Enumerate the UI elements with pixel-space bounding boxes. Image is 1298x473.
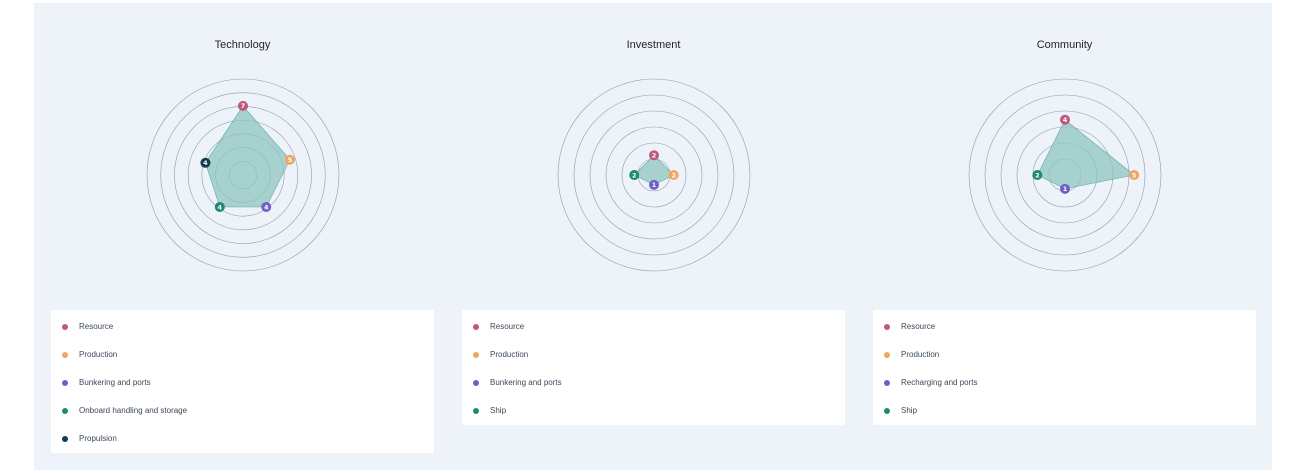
data-point-ship: 2	[629, 170, 640, 180]
data-point-resource: 7	[238, 100, 248, 111]
legend-swatch	[473, 352, 479, 358]
legend-community: Resource Production Recharging and ports Sh…	[873, 310, 1256, 425]
community-chart-card: Community 4 5 1 2 Resource Production Recharg…	[873, 3, 1256, 470]
legend-label: Bunkering and ports	[490, 378, 562, 387]
legend-label: Ship	[901, 406, 918, 415]
legend-label: Production	[79, 350, 118, 359]
legend-swatch	[473, 408, 479, 414]
technology-chart-card: Technology 7 5 4 4 4 Resource Production Bunke…	[51, 3, 434, 470]
data-point-production: 2	[668, 170, 679, 180]
legend-item-bunkering-and-ports: Bunkering and ports	[462, 369, 845, 397]
legend-item-resource: Resource	[873, 313, 1256, 341]
legend-item-propulsion: Propulsion	[51, 425, 434, 453]
legend-item-bunkering-and-ports: Bunkering and ports	[51, 369, 434, 397]
data-label: 2	[632, 171, 637, 179]
data-label: 7	[241, 102, 246, 110]
data-point-bunkering-and-ports: 1	[649, 179, 659, 190]
radar-chart-community: 4 5 1 2	[968, 78, 1162, 272]
legend-swatch	[884, 324, 890, 330]
radar-area	[205, 105, 291, 208]
legend-label: Resource	[79, 322, 114, 331]
legend-label: Resource	[901, 322, 936, 331]
legend-label: Recharging and ports	[901, 378, 978, 387]
legend-swatch	[62, 352, 68, 358]
data-label: 1	[652, 181, 657, 189]
legend-item-production: Production	[462, 341, 845, 369]
data-point-propulsion: 4	[200, 157, 211, 168]
legend-swatch	[62, 408, 68, 414]
chart-title: Technology	[214, 39, 271, 51]
data-label: 2	[1035, 171, 1040, 179]
legend-swatch	[884, 380, 890, 386]
legend-swatch	[62, 380, 68, 386]
data-label: 4	[218, 203, 223, 211]
data-point-resource: 2	[649, 150, 659, 161]
legend-swatch	[884, 352, 890, 358]
legend-label: Production	[490, 350, 529, 359]
legend-item-onboard-handling-and-storage: Onboard handling and storage	[51, 397, 434, 425]
legend-item-production: Production	[873, 341, 1256, 369]
legend-swatch	[884, 408, 890, 414]
legend-item-resource: Resource	[462, 313, 845, 341]
data-point-production: 5	[284, 154, 295, 165]
data-point-bunkering-and-ports: 4	[261, 201, 272, 212]
radar-area	[1036, 119, 1135, 190]
data-label: 5	[288, 156, 293, 164]
legend-label: Propulsion	[79, 434, 117, 443]
legend-item-recharging-and-ports: Recharging and ports	[873, 369, 1256, 397]
legend-item-resource: Resource	[51, 313, 434, 341]
radar-chart-investment: 2 2 1 2	[557, 78, 751, 272]
legend-item-ship: Ship	[873, 397, 1256, 425]
data-label: 2	[652, 152, 657, 160]
legend-label: Bunkering and ports	[79, 378, 151, 387]
legend-label: Onboard handling and storage	[79, 406, 188, 415]
legend-item-production: Production	[51, 341, 434, 369]
legend-item-ship: Ship	[462, 397, 845, 425]
investment-chart-card: Investment 2 2 1 2 Resource Production Bunker…	[462, 3, 845, 470]
data-label: 2	[671, 171, 676, 179]
data-label: 1	[1063, 185, 1068, 193]
legend-swatch	[62, 324, 68, 330]
data-point-recharging-and-ports: 1	[1060, 183, 1070, 194]
data-label: 5	[1132, 171, 1137, 179]
legend-technology: Resource Production Bunkering and ports Onb…	[51, 310, 434, 453]
charts-panel: Technology 7 5 4 4 4 Resource Production Bunke…	[34, 3, 1272, 470]
data-point-onboard-handling-and-storage: 4	[214, 201, 225, 212]
legend-investment: Resource Production Bunkering and ports Shi…	[462, 310, 845, 425]
data-point-production: 5	[1129, 170, 1140, 180]
legend-swatch	[473, 380, 479, 386]
data-point-ship: 2	[1032, 170, 1043, 180]
data-label: 4	[1063, 116, 1068, 124]
legend-swatch	[62, 436, 68, 442]
legend-label: Resource	[490, 322, 525, 331]
legend-swatch	[473, 324, 479, 330]
chart-title: Community	[1036, 39, 1093, 51]
chart-title: Investment	[626, 39, 681, 51]
data-point-resource: 4	[1060, 114, 1070, 125]
legend-label: Ship	[490, 406, 507, 415]
radar-chart-technology: 7 5 4 4 4	[146, 78, 340, 272]
legend-label: Production	[901, 350, 940, 359]
data-label: 4	[203, 159, 208, 167]
data-label: 4	[264, 203, 269, 211]
